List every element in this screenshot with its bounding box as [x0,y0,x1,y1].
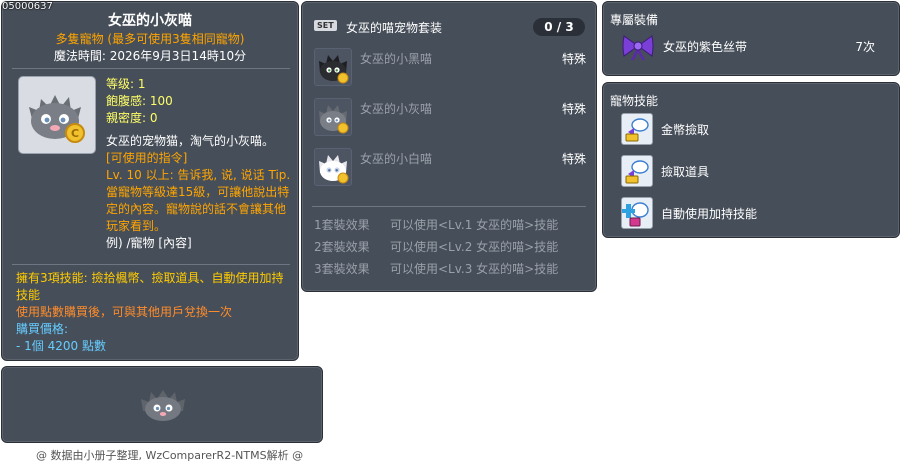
commands-text: Lv. 10 以上: 告诉我, 说, 说话 Tip. 當寵物等級達15級，可讓他… [106,168,291,233]
set-effect-text: 可以使用<Lv.2 女巫的喵>技能 [390,240,559,254]
set-badge: SET [314,20,337,31]
set-item-name: 女巫的小白喵 [360,152,433,166]
price-label: 購買價格: [16,322,69,336]
set-effect-label: 2套裝效果 [314,240,370,254]
exclusive-equipment-panel: 專屬裝備 女巫的紫色丝带 7次 [602,1,900,76]
set-effect: 2套裝效果 可以使用<Lv.2 女巫的喵>技能 [314,238,558,255]
skills-title: 寵物技能 [610,94,659,108]
set-effect: 1套裝效果 可以使用<Lv.1 女巫的喵>技能 [314,216,558,233]
skill-item[interactable]: 金幣撿取 [621,113,881,147]
exclusive-title: 專屬裝備 [610,13,659,27]
set-item-icon-box [314,48,352,86]
pet-description: 女巫的宠物猫，淘气的小灰喵。 [106,134,275,148]
auto-buff-icon [621,197,653,229]
exclusive-item[interactable]: 女巫的紫色丝带 7次 [621,30,885,62]
set-effect-text: 可以使用<Lv.1 女巫的喵>技能 [390,218,559,232]
footer-credit: @ 数据由小册子整理, WzComparerR2-NTMS解析 @ [36,449,304,462]
set-effect: 3套裝效果 可以使用<Lv.3 女巫的喵>技能 [314,260,558,277]
magic-time: 魔法時間: 2026年9月3日14時10分 [53,49,247,63]
skill-name: 撿取道具 [661,165,710,179]
gray-cat-icon: C [29,95,85,143]
set-effect-label: 3套裝效果 [314,262,370,276]
stat-fullness: 飽腹感: 100 [106,94,173,108]
set-item-tag: 特殊 [561,52,586,66]
set-item-tag: 特殊 [561,152,586,166]
pet-sprite [141,390,185,421]
meso-pickup-icon [621,113,653,145]
pet-extra-info: 擁有3項技能: 撿拾楓幣、撿取道具、自動使用加持技能 使用點數購買後，可與其他用… [16,270,292,355]
svg-text:C: C [71,127,79,140]
pet-skills-panel: 寵物技能 金幣撿取 撿取道具 自動使用加持技能 [602,82,900,238]
black-cat-icon [319,55,349,84]
set-effect-label: 1套裝效果 [314,218,370,232]
divider [12,68,290,69]
set-effect-text: 可以使用<Lv.3 女巫的喵>技能 [390,262,559,276]
exclusive-item-name: 女巫的紫色丝带 [663,40,748,54]
pet-subtitle: 多隻寵物 (最多可使用3隻相同寵物) [55,32,245,46]
set-item-icon-box [314,148,352,186]
set-count: 0 / 3 [533,18,585,36]
set-title: 女巫的喵宠物套装 [346,21,443,35]
skill-name: 金幣撿取 [661,123,710,137]
purple-ribbon-icon [622,35,654,60]
exchange-note: 使用點數購買後，可與其他用戶兌換一次 [16,305,233,319]
commands-example: 例) /寵物 [內容] [106,236,192,250]
set-item-name: 女巫的小黑喵 [360,52,433,66]
set-panel: SET 女巫的喵宠物套装 0 / 3 女巫的小黑喵 特殊 女巫的小灰喵 特殊 女… [301,1,597,292]
item-code: 05000637 [2,1,53,12]
set-item-tag: 特殊 [561,102,586,116]
pet-description-block: 女巫的宠物猫，淘气的小灰喵。 [可使用的指令] Lv. 10 以上: 告诉我, … [106,133,292,252]
pet-icon-box: C [18,76,96,154]
set-item-icon-box [314,98,352,136]
skills-summary: 擁有3項技能: 撿拾楓幣、撿取道具、自動使用加持技能 [16,271,284,302]
set-item[interactable]: 女巫的小黑喵 特殊 [314,48,586,88]
item-pickup-icon [621,155,653,187]
price-value: - 1個 4200 點數 [16,339,106,353]
pet-title: 女巫的小灰喵 [108,13,192,29]
exclusive-item-count: 7次 [855,40,875,54]
set-item[interactable]: 女巫的小灰喵 特殊 [314,98,586,138]
commands-header: [可使用的指令] [106,151,188,165]
stat-closeness: 親密度: 0 [106,111,158,125]
gray-cat-icon [319,105,349,134]
pet-stats: 等级: 1 飽腹感: 100 親密度: 0 [106,76,173,127]
set-item-name: 女巫的小灰喵 [360,102,433,116]
divider [312,206,586,207]
pet-info-panel: 女巫的小灰喵 多隻寵物 (最多可使用3隻相同寵物) 魔法時間: 2026年9月3… [1,1,299,361]
pet-preview-panel [1,366,323,443]
white-cat-icon [319,155,349,184]
stat-level: 等级: 1 [106,77,146,91]
divider [12,264,290,265]
skill-name: 自動使用加持技能 [661,207,758,221]
skill-item[interactable]: 撿取道具 [621,155,881,189]
commands-body: Lv. 10 以上: 告诉我, 说, 说话 Tip. 當寵物等級達15級，可讓他… [106,167,292,235]
set-item[interactable]: 女巫的小白喵 特殊 [314,148,586,188]
skill-item[interactable]: 自動使用加持技能 [621,197,881,231]
